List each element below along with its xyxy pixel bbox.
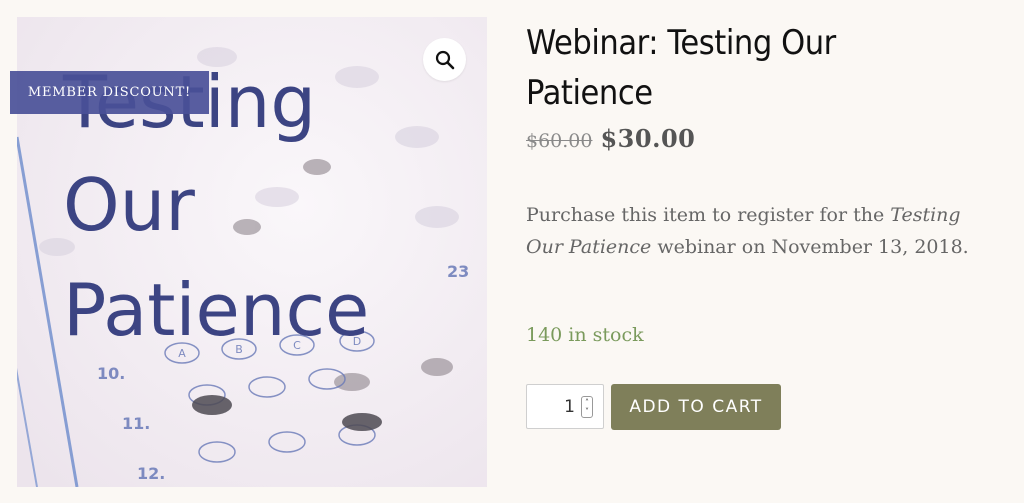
zoom-button[interactable] (423, 38, 466, 81)
price: $60.00 $30.00 (526, 124, 996, 153)
quantity-value[interactable]: 1 (564, 397, 575, 417)
image-heading-line: Patience (63, 268, 369, 352)
magnifier-icon (435, 50, 454, 69)
question-number: 23 (447, 262, 469, 281)
image-heading-line: Our (63, 163, 195, 247)
add-to-cart-button[interactable]: ADD TO CART (611, 384, 781, 430)
chevron-down-icon[interactable]: ˅ (585, 407, 589, 416)
product-description: Purchase this item to register for the T… (526, 199, 996, 263)
stock-status: 140 in stock (526, 324, 644, 346)
description-text: Purchase this item to register for the (526, 204, 891, 226)
question-number: 12. (137, 464, 165, 483)
question-number: 11. (122, 414, 150, 433)
product-summary: Webinar: Testing Our Patience $60.00 $30… (526, 18, 996, 153)
spinner-icon[interactable]: ˄ ˅ (581, 395, 593, 418)
quantity-stepper[interactable]: 1 ˄ ˅ (526, 384, 604, 429)
question-number: 10. (97, 364, 125, 383)
chevron-up-icon[interactable]: ˄ (585, 398, 589, 407)
product-title: Webinar: Testing Our Patience (526, 23, 836, 113)
description-text-end: webinar on November 13, 2018. (651, 236, 969, 258)
member-discount-badge: MEMBER DISCOUNT! (10, 71, 209, 114)
sale-price: $30.00 (600, 124, 696, 153)
regular-price: $60.00 (526, 130, 593, 152)
